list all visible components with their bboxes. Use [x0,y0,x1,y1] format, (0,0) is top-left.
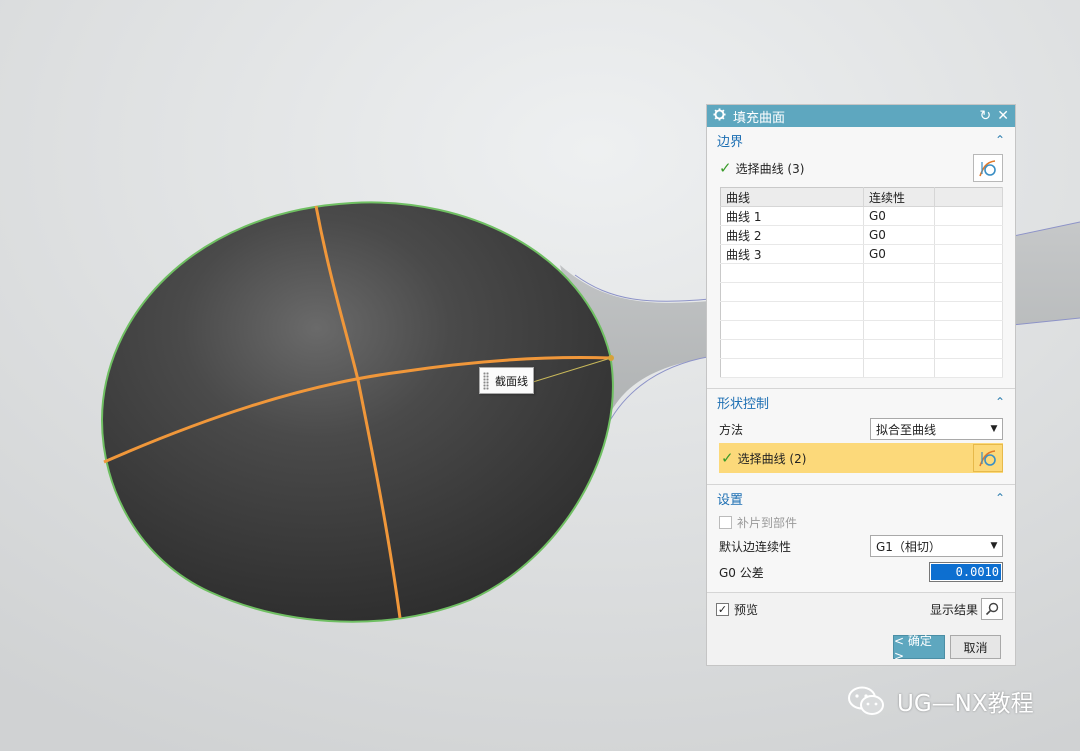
default-continuity-select[interactable]: G1（相切） ▼ [870,535,1003,557]
table-empty-row [720,282,1003,302]
column-header-empty [934,187,1003,207]
table-row[interactable]: 曲线 1 G0 [720,206,1003,226]
select-curve-button[interactable] [973,154,1003,182]
tooltip-label: 截面线 [495,374,528,388]
method-label: 方法 [719,422,744,437]
tolerance-value: 0.0010 [931,564,1001,580]
chevron-up-icon[interactable]: ⌃ [995,133,1005,147]
reset-icon[interactable]: ↻ [980,109,992,123]
default-continuity-value: G1（相切） [876,539,941,554]
dialog-titlebar[interactable]: 填充曲面 ↻ ✕ [707,105,1015,127]
dialog-buttons: < 确定 > 取消 [707,625,1015,669]
magnifier-icon [985,602,999,616]
boundary-group-header[interactable]: 边界 ⌃ [707,127,1015,153]
settings-group-header[interactable]: 设置 ⌃ [707,485,1015,511]
cell-curve: 曲线 2 [720,225,864,245]
table-header-row: 曲线 连续性 [720,187,1003,207]
cell-continuity[interactable]: G0 [863,244,935,264]
select-curve-button[interactable] [973,444,1003,472]
column-header-curve[interactable]: 曲线 [720,187,864,207]
preview-row: ✓ 预览 显示结果 [707,593,1015,625]
boundary-select-label: 选择曲线 (3) [735,161,805,176]
boundary-select-row[interactable]: ✓ 选择曲线 (3) [707,153,1015,183]
cell-curve: 曲线 3 [720,244,864,264]
default-continuity-label: 默认边连续性 [719,539,792,554]
table-empty-row [720,339,1003,359]
shape-select-label: 选择曲线 (2) [737,451,807,466]
dialog-title: 填充曲面 [733,110,786,126]
fill-surface-dialog: 填充曲面 ↻ ✕ 边界 ⌃ ✓ 选择曲线 (3) 曲线 连续性 曲线 1 G0 … [706,104,1016,666]
method-select-value: 拟合至曲线 [876,422,937,437]
cell-continuity[interactable]: G0 [863,225,935,245]
tooltip-grip[interactable] [483,371,489,390]
curve-end-point [608,355,614,361]
settings-group: 设置 ⌃ 补片到部件 默认边连续性 G1（相切） ▼ G0 公差 0.0010 [707,485,1015,593]
tolerance-input[interactable]: 0.0010 [929,562,1003,582]
show-result-button[interactable] [981,598,1003,620]
patch-checkbox[interactable] [719,515,732,529]
dropdown-arrow-icon: ▼ [990,424,998,434]
chevron-up-icon[interactable]: ⌃ [995,395,1005,409]
table-empty-row [720,263,1003,283]
method-select[interactable]: 拟合至曲线 ▼ [870,418,1003,440]
boundary-header-label: 边界 [717,134,744,150]
shape-control-group-header[interactable]: 形状控制 ⌃ [707,389,1015,415]
chevron-up-icon[interactable]: ⌃ [995,491,1005,505]
shape-control-header-label: 形状控制 [717,396,770,412]
table-empty-row [720,320,1003,340]
watermark: UG—NX教程 [847,684,1034,718]
select-curve-icon [979,450,996,467]
tolerance-row: G0 公差 0.0010 [707,559,1015,585]
watermark-text: UG—NX教程 [897,691,1034,717]
wechat-icon [848,686,884,715]
curves-table: 曲线 连续性 曲线 1 G0 曲线 2 G0 曲线 3 G0 [720,187,1003,378]
gear-icon[interactable] [713,107,726,125]
check-icon: ✓ [721,449,734,467]
table-empty-row [720,301,1003,321]
patch-label: 补片到部件 [737,515,798,530]
default-continuity-row: 默认边连续性 G1（相切） ▼ [707,533,1015,559]
boundary-group: 边界 ⌃ ✓ 选择曲线 (3) 曲线 连续性 曲线 1 G0 曲线 2 G0 曲… [707,127,1015,389]
shape-select-row[interactable]: ✓ 选择曲线 (2) [719,443,1003,473]
settings-header-label: 设置 [717,492,744,508]
table-row[interactable]: 曲线 3 G0 [720,244,1003,264]
check-icon: ✓ [719,159,732,177]
close-icon[interactable]: ✕ [997,109,1009,123]
dropdown-arrow-icon: ▼ [990,541,998,551]
ok-button[interactable]: < 确定 > [893,634,945,663]
preview-checkbox[interactable]: ✓ [716,602,729,616]
cancel-button[interactable]: 取消 [950,635,1001,659]
patch-row: 补片到部件 [707,511,1015,533]
table-empty-row [720,358,1003,378]
tolerance-label: G0 公差 [719,565,764,580]
table-row[interactable]: 曲线 2 G0 [720,225,1003,245]
shape-control-group: 形状控制 ⌃ 方法 拟合至曲线 ▼ ✓ 选择曲线 (2) [707,389,1015,485]
column-header-continuity[interactable]: 连续性 [863,187,935,207]
method-row: 方法 拟合至曲线 ▼ [707,415,1015,443]
show-result-label: 显示结果 [929,602,978,617]
select-curve-icon [979,160,996,177]
preview-label: 预览 [734,602,759,617]
cell-curve: 曲线 1 [720,206,864,226]
cell-continuity[interactable]: G0 [863,206,935,226]
section-curve-tooltip: 截面线 [479,367,534,394]
